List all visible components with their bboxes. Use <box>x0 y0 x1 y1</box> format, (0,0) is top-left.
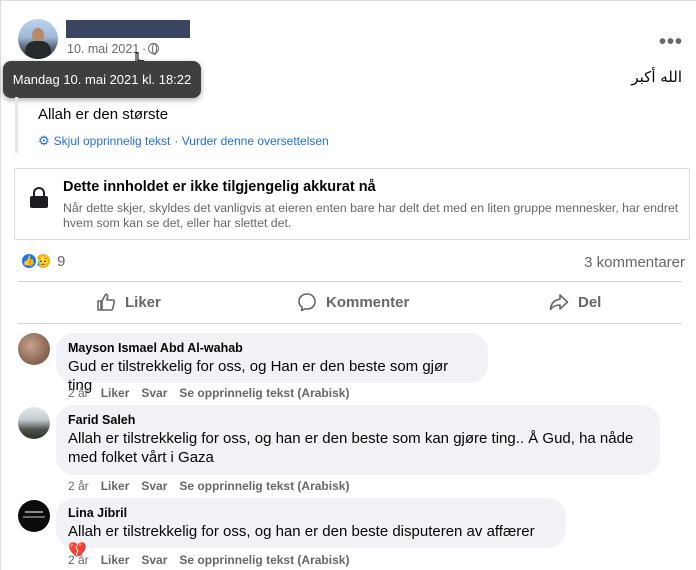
reactions-summary[interactable]: 👍 😥 9 <box>20 252 65 270</box>
divider <box>18 281 682 282</box>
share-label: Del <box>578 293 602 311</box>
comment-item: Mayson Ismael Abd Al-wahab Gud er tilstr… <box>18 333 678 403</box>
comment-bubble: Mayson Ismael Abd Al-wahab Gud er tilstr… <box>56 333 488 394</box>
comment-text: Allah er tilstrekkelig for oss, og han e… <box>68 430 634 466</box>
reaction-count: 9 <box>57 252 66 270</box>
comment-reply-button[interactable]: Svar <box>141 553 167 567</box>
comment-like-button[interactable]: Liker <box>101 386 130 400</box>
see-original-link[interactable]: Se opprinnelig tekst (Arabisk) <box>179 479 349 493</box>
see-original-link[interactable]: Se opprinnelig tekst (Arabisk) <box>179 386 349 400</box>
hide-original-link[interactable]: Skjul opprinnelig tekst <box>54 134 171 148</box>
comment-time[interactable]: 2 år <box>68 553 89 567</box>
comment-item: Lina Jibril Allah er tilstrekkelig for o… <box>18 498 678 568</box>
comment-icon <box>298 293 316 312</box>
commenter-name[interactable]: Farid Saleh <box>68 413 648 427</box>
translation-actions: ⚙ Skjul opprinnelig tekst · Vurder denne… <box>38 133 329 149</box>
globe-icon <box>148 43 159 55</box>
share-button[interactable]: Del <box>549 292 601 312</box>
commenter-avatar[interactable] <box>18 407 50 439</box>
unavailable-title: Dette innholdet er ikke tilgjengelig akk… <box>63 179 376 195</box>
rate-translation-link[interactable]: · Vurder denne oversettelsen <box>174 134 328 148</box>
comment-item: Farid Saleh Allah er tilstrekkelig for o… <box>18 405 678 495</box>
comment-label: Kommenter <box>326 293 410 311</box>
author-avatar[interactable] <box>18 19 58 59</box>
date-tooltip: Mandag 10. mai 2021 kl. 18:22 <box>3 61 201 98</box>
post-translation: Allah er den største <box>38 106 169 123</box>
see-original-link[interactable]: Se opprinnelig tekst (Arabisk) <box>179 553 349 567</box>
share-icon <box>549 294 569 311</box>
post-date-link[interactable]: 10. mai 2021 <box>67 42 139 56</box>
comment-meta: 2 år Liker Svar Se opprinnelig tekst (Ar… <box>68 553 349 567</box>
comment-time[interactable]: 2 år <box>68 386 89 400</box>
commenter-avatar[interactable] <box>18 333 50 365</box>
post-card: 10. mai 2021 · Mandag 10. mai 2021 kl. 1… <box>0 0 696 570</box>
divider <box>18 323 682 324</box>
like-button[interactable]: Liker <box>96 292 161 312</box>
comment-like-button[interactable]: Liker <box>101 553 130 567</box>
unavailable-text: Når dette skjer, skyldes det vanligvis a… <box>63 201 679 230</box>
comments-count-link[interactable]: 3 kommentarer <box>584 254 685 271</box>
comment-bubble: Farid Saleh Allah er tilstrekkelig for o… <box>56 405 660 475</box>
more-options-icon[interactable]: ••• <box>659 31 683 54</box>
commenter-name[interactable]: Mayson Ismael Abd Al-wahab <box>68 341 476 355</box>
unavailable-content-box: Dette innholdet er ikke tilgjengelig akk… <box>14 168 690 240</box>
comment-meta: 2 år Liker Svar Se opprinnelig tekst (Ar… <box>68 479 349 493</box>
comment-bubble: Lina Jibril Allah er tilstrekkelig for o… <box>56 498 566 559</box>
lock-icon <box>30 187 48 208</box>
like-label: Liker <box>125 293 161 311</box>
comment-like-button[interactable]: Liker <box>101 479 130 493</box>
like-reaction-icon: 👍 <box>20 252 38 270</box>
comment-reply-button[interactable]: Svar <box>141 386 167 400</box>
comment-reply-button[interactable]: Svar <box>141 479 167 493</box>
redacted-author-name <box>66 20 190 38</box>
translation-border <box>15 97 18 153</box>
comment-meta: 2 år Liker Svar Se opprinnelig tekst (Ar… <box>68 386 349 400</box>
gear-icon: ⚙ <box>38 133 50 148</box>
comment-button[interactable]: Kommenter <box>297 292 409 312</box>
comment-time[interactable]: 2 år <box>68 479 89 493</box>
commenter-avatar[interactable] <box>18 500 50 532</box>
like-icon <box>97 293 116 311</box>
post-original-text: الله أكبر <box>631 68 682 86</box>
commenter-name[interactable]: Lina Jibril <box>68 506 554 520</box>
